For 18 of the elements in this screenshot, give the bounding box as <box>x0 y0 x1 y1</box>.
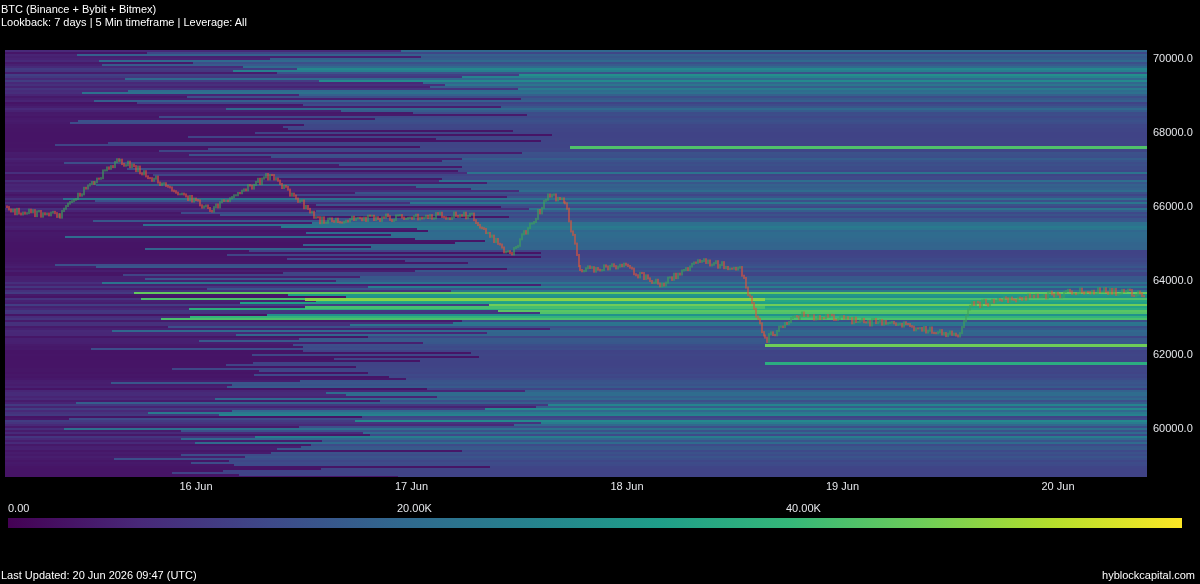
colorbar-label: 0.00 <box>8 502 30 515</box>
price-axis-label: 66000.0 <box>1153 200 1193 213</box>
date-axis-label: 18 Jun <box>610 480 644 493</box>
price-axis-label: 62000.0 <box>1153 348 1193 361</box>
date-axis-label: 17 Jun <box>395 480 428 493</box>
price-axis-label: 64000.0 <box>1153 274 1193 287</box>
chart-subtitle: Lookback: 7 days | 5 Min timeframe | Leverage: All <box>1 16 248 29</box>
last-updated-text: Last Updated: 20 Jun 2026 09:47 (UTC) <box>1 569 197 582</box>
date-axis-label: 19 Jun <box>826 480 859 493</box>
site-url: hyblockcapital.com <box>1102 569 1196 582</box>
colorbar-label: 20.00K <box>397 502 432 515</box>
date-axis-label: 20 Jun <box>1041 480 1075 493</box>
price-axis-label: 70000.0 <box>1153 52 1193 65</box>
chart-title: BTC (Binance + Bybit + Bitmex) <box>1 3 158 16</box>
price-axis-label: 68000.0 <box>1153 126 1193 139</box>
price-axis-label: 60000.0 <box>1153 422 1193 435</box>
date-axis-label: 16 Jun <box>179 480 213 493</box>
colorbar-label: 40.00K <box>786 502 821 515</box>
